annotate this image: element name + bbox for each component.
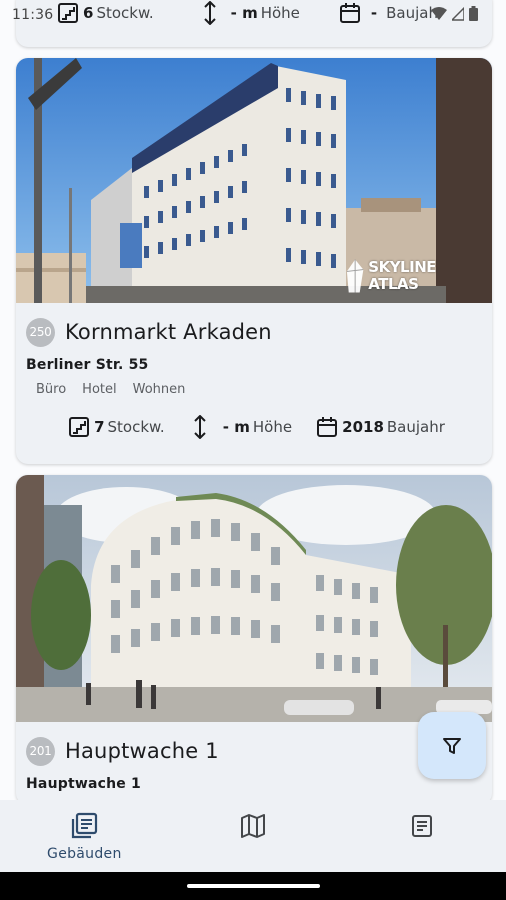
height-arrows-icon: [188, 415, 212, 439]
home-indicator[interactable]: [187, 884, 320, 888]
tag-item: Hotel: [82, 382, 117, 397]
crystal-icon: [346, 259, 364, 293]
wifi-icon: [431, 6, 447, 20]
system-navigation-bar: [0, 872, 506, 900]
tag-item: Wohnen: [132, 382, 186, 397]
building-address: Berliner Str. 55: [26, 357, 149, 373]
title-row: 201 Hauptwache 1: [26, 736, 482, 766]
skyline-atlas-logo: SKYLINE ATLAS: [346, 254, 436, 298]
building-name: Kornmarkt Arkaden: [65, 320, 272, 344]
list-icon: [68, 810, 100, 842]
nav-item-map[interactable]: [169, 800, 338, 872]
building-photo: [16, 475, 492, 722]
building-photo: SKYLINE ATLAS: [16, 58, 492, 303]
tag-item: Büro: [36, 382, 67, 397]
filter-button[interactable]: [418, 712, 486, 779]
bottom-navigation: Gebäuden: [0, 800, 506, 872]
status-icons: [431, 6, 478, 21]
building-card-1[interactable]: SKYLINE ATLAS 250 Kornmarkt Arkaden Berl…: [16, 58, 492, 464]
usage-tags: Büro Hotel Wohnen: [26, 382, 482, 397]
status-time: 11:36: [12, 7, 54, 23]
nav-label: Gebäuden: [47, 846, 122, 862]
height-stat: - m Höhe: [188, 415, 292, 439]
status-bar: 11:36: [0, 0, 506, 30]
battery-icon: [469, 6, 478, 21]
floors-stat: 7 Stockw.: [67, 415, 165, 439]
card-body: 250 Kornmarkt Arkaden Berliner Str. 55 B…: [16, 303, 492, 439]
year-stat: 2018 Baujahr: [315, 415, 445, 439]
map-icon: [237, 810, 269, 842]
document-icon: [406, 810, 438, 842]
stairs-icon: [67, 415, 91, 439]
calendar-icon: [315, 415, 339, 439]
nav-item-documents[interactable]: [337, 800, 506, 872]
nav-item-buildings[interactable]: Gebäuden: [0, 800, 169, 872]
stats-row: 7 Stockw. - m Höhe 2018 Baujahr: [26, 415, 482, 439]
rank-badge: 201: [26, 736, 55, 766]
signal-icon: [452, 6, 464, 21]
building-address: Hauptwache 1: [26, 776, 142, 792]
building-name: Hauptwache 1: [65, 739, 219, 763]
filter-icon: [443, 737, 461, 754]
rank-badge: 250: [26, 317, 55, 347]
title-row: 250 Kornmarkt Arkaden: [26, 317, 482, 347]
